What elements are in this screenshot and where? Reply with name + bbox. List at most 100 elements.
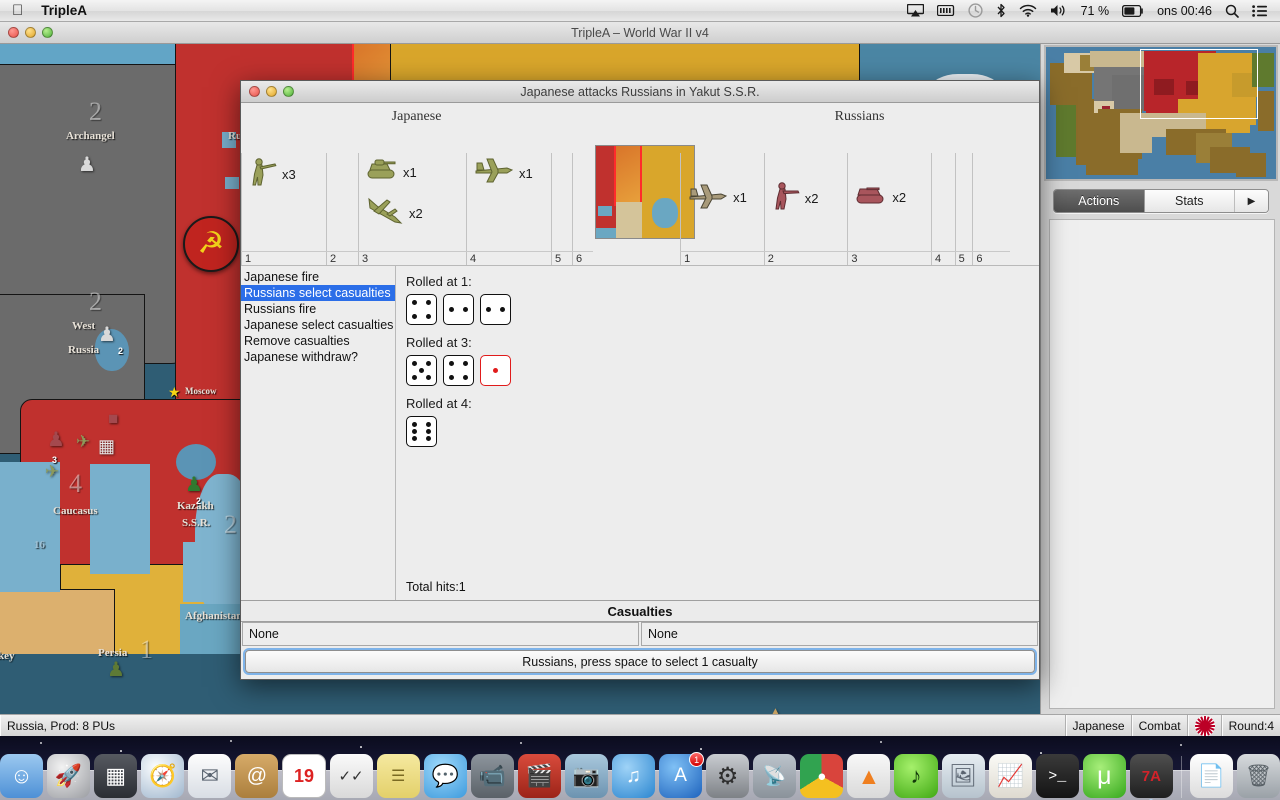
wifi-icon[interactable]	[1019, 0, 1037, 22]
map-unit-infantry-archangel[interactable]: ♟	[78, 152, 96, 177]
main-window-titlebar[interactable]: TripleA – World War II v4	[0, 22, 1280, 44]
battery-percent-label[interactable]: 71 %	[1081, 0, 1110, 22]
screen:  TripleA 71 % ons 00:46	[0, 0, 1280, 800]
map-unit-infantry-caucasus[interactable]: ♟	[47, 427, 65, 452]
battle-dialog-titlebar[interactable]: Japanese attacks Russians in Yakut S.S.R…	[241, 81, 1039, 103]
mission-control-icon[interactable]: ▦	[94, 754, 138, 798]
terminal-icon[interactable]: >_	[1035, 754, 1079, 798]
itunes-icon[interactable]: ♫	[611, 754, 656, 798]
battle-middle-body: Japanese fire Russians select casualties…	[241, 265, 1039, 600]
minimap-viewport-rectangle[interactable]	[1140, 49, 1258, 119]
defender-slot-4[interactable]: 4	[931, 153, 955, 265]
step-item[interactable]: Japanese select casualties	[241, 317, 395, 333]
mail-icon[interactable]: ✉	[188, 754, 232, 798]
volume-icon[interactable]	[1050, 0, 1068, 22]
battery-meter-icon[interactable]	[936, 0, 955, 22]
map-unit-factory-caucasus[interactable]: ▦	[98, 436, 115, 457]
unit-stack-fighter[interactable]: x2	[359, 187, 466, 231]
menubar-app-name[interactable]: TripleA	[41, 3, 87, 18]
defender-slot-5[interactable]: 5	[954, 153, 973, 265]
notification-center-list-icon[interactable]	[1252, 0, 1267, 22]
unit-qty: x3	[282, 166, 296, 182]
iphoto-icon[interactable]: 🎬	[517, 754, 561, 798]
unit-stack-bomber[interactable]: x1	[681, 153, 764, 213]
unit-stack-infantry[interactable]: x3	[242, 153, 326, 191]
spotify-icon[interactable]: ♪	[894, 754, 938, 798]
dock-icon-row[interactable]: ☺ 🚀 ▦ 🧭 ✉ @ 19 ✓✓ ☰ 💬 📹 🎬 📷 ♫ A1 ⚙ 📡 ● ▲…	[0, 740, 1280, 800]
attacker-slot-5[interactable]: 5	[551, 153, 572, 265]
chrome-icon[interactable]: ●	[800, 754, 844, 798]
unit-qty: x2	[409, 205, 423, 221]
attacker-slot-4[interactable]: x1 4	[466, 153, 551, 265]
trash-icon[interactable]: 🗑	[1236, 754, 1280, 798]
attacker-slot-2[interactable]: 2	[326, 153, 358, 265]
battle-dialog[interactable]: Japanese attacks Russians in Yakut S.S.R…	[240, 80, 1040, 680]
step-item[interactable]: Russians fire	[241, 301, 395, 317]
utorrent-icon[interactable]: μ	[1082, 754, 1126, 798]
document-icon[interactable]: 📄	[1189, 754, 1233, 798]
play-arrow-icon[interactable]: ▶	[1234, 190, 1268, 212]
step-item[interactable]: Remove casualties	[241, 333, 395, 349]
slot-number: 4	[470, 253, 477, 265]
battery-icon[interactable]	[1122, 0, 1144, 22]
dice-group-2: Rolled at 3:	[406, 335, 1039, 386]
attacker-slot-1[interactable]: x3 1	[241, 153, 326, 265]
unit-stack-infantry[interactable]: x2	[765, 153, 848, 215]
battle-steps-list[interactable]: Japanese fire Russians select casualties…	[241, 266, 396, 600]
time-machine-icon[interactable]	[967, 0, 983, 22]
map-unit-infantry-persia[interactable]: ♟	[107, 657, 125, 682]
ussr-capital-roundel[interactable]: ☭	[183, 216, 239, 272]
map-unit-tank-russia[interactable]: ■	[108, 409, 118, 429]
defender-side: Russians x1 1 x2 2 x2 3 4 5 6	[592, 103, 1039, 265]
map-unit-fighter-caucasus-2[interactable]: ✈	[45, 462, 59, 482]
remote-desktop-icon[interactable]: 📡	[753, 754, 797, 798]
map-unit-sea-transport[interactable]: ▲	[768, 704, 783, 714]
casualty-prompt-button[interactable]: Russians, press space to select 1 casual…	[245, 650, 1035, 673]
menubar-clock[interactable]: ons 00:46	[1157, 0, 1212, 22]
triplea-icon[interactable]: 7A	[1129, 754, 1173, 800]
unit-stack-tank[interactable]: x1	[359, 153, 466, 187]
mini-map[interactable]	[1044, 45, 1278, 181]
unit-stack-bomber[interactable]: x1	[467, 153, 551, 189]
preview-icon[interactable]: 🖼	[941, 754, 985, 798]
calendar-icon[interactable]: 19	[282, 754, 326, 798]
launchpad-icon[interactable]: 🚀	[47, 754, 91, 798]
step-item-selected[interactable]: Russians select casualties	[241, 285, 395, 301]
map-unit-fighter-caucasus[interactable]: ✈	[76, 432, 90, 452]
attacker-slot-6[interactable]: 6	[572, 153, 593, 265]
unit-stack-tank[interactable]: x2	[848, 153, 931, 211]
step-item[interactable]: Japanese withdraw?	[241, 349, 395, 365]
notes-icon[interactable]: ☰	[376, 754, 420, 798]
map-unit-infantry-west-russia[interactable]: ♟	[98, 322, 116, 347]
defender-slot-1[interactable]: x1 1	[680, 153, 764, 265]
messages-icon[interactable]: 💬	[423, 754, 467, 798]
apple-icon[interactable]: 	[12, 3, 23, 18]
reminders-icon[interactable]: ✓✓	[329, 754, 373, 798]
unit-qty: x1	[403, 164, 417, 180]
right-panel-tabs[interactable]: Actions Stats ▶	[1053, 189, 1269, 213]
finder-icon[interactable]: ☺	[0, 754, 44, 798]
vlc-icon[interactable]: ▲	[847, 754, 891, 798]
system-preferences-icon[interactable]: ⚙	[706, 754, 750, 798]
defender-slot-3[interactable]: x2 3	[847, 153, 931, 265]
facetime-icon[interactable]: 📹	[470, 754, 514, 798]
map-unit-infantry-kazakh[interactable]: ♟	[185, 472, 203, 497]
defender-slot-2[interactable]: x2 2	[763, 153, 848, 265]
tab-stats[interactable]: Stats	[1143, 190, 1234, 212]
photobooth-icon[interactable]: 📷	[564, 754, 608, 798]
app-store-icon[interactable]: A1	[659, 752, 705, 798]
search-icon[interactable]	[1225, 0, 1239, 22]
safari-icon[interactable]: 🧭	[141, 754, 185, 798]
airplay-icon[interactable]	[906, 0, 924, 22]
defender-slot-6[interactable]: 6	[972, 153, 990, 265]
total-hits-label: Total hits:1	[406, 580, 466, 594]
tab-actions[interactable]: Actions	[1054, 190, 1144, 212]
contacts-icon[interactable]: @	[235, 754, 279, 798]
numbers-icon[interactable]: 📈	[988, 754, 1032, 798]
bluetooth-icon[interactable]	[996, 0, 1006, 22]
attacker-slots: x3 1 2 x1 x2 3 x1 4 5 6	[241, 153, 593, 265]
status-flag	[1187, 714, 1222, 737]
attacker-slot-3[interactable]: x1 x2 3	[358, 153, 466, 265]
game-status-bar: Russia, Prod: 8 PUs Japanese Combat Roun…	[0, 714, 1280, 737]
step-item[interactable]: Japanese fire	[241, 269, 395, 285]
